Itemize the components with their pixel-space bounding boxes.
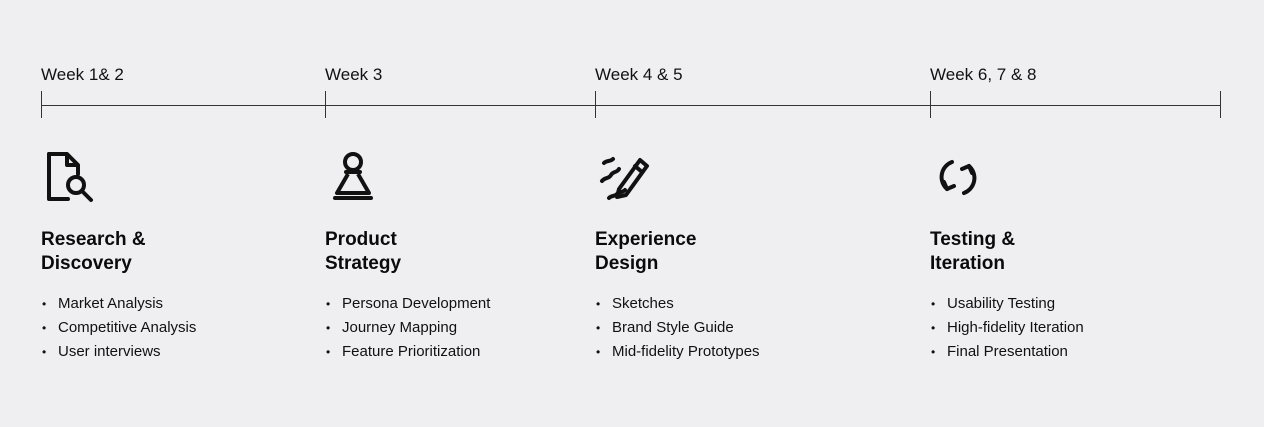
phase-title-line: Strategy	[325, 253, 402, 274]
timeline-line	[41, 105, 1221, 106]
bullet-icon: •	[931, 321, 936, 335]
bullet-icon: •	[326, 345, 331, 359]
list-item-label: Competitive Analysis	[58, 319, 197, 336]
list-item-label: Feature Prioritization	[342, 343, 481, 360]
phase-title-line: Iteration	[930, 253, 1005, 274]
list-item: • Feature Prioritization	[325, 340, 490, 364]
phase-items-experience-design: • Sketches • Brand Style Guide • Mid-fideli…	[595, 292, 760, 364]
week-label-1: Week 1& 2	[41, 65, 124, 84]
bullet-icon: •	[931, 297, 936, 311]
list-item-label: Persona Development	[342, 295, 491, 312]
week-label-4: Week 6, 7 & 8	[930, 65, 1037, 84]
bullet-icon: •	[596, 321, 601, 335]
bullet-icon: •	[596, 345, 601, 359]
bullet-icon: •	[326, 321, 331, 335]
phase-title-line: Product	[325, 229, 397, 250]
list-item: • Persona Development	[325, 292, 490, 316]
document-search-icon	[44, 150, 100, 206]
chess-pawn-icon	[328, 150, 384, 206]
phase-items-testing-iteration: • Usability Testing • High-fidelity Iterat…	[930, 292, 1084, 364]
phase-items-product-strategy: • Persona Development • Journey Mapping • F…	[325, 292, 490, 364]
list-item-label: Market Analysis	[58, 295, 164, 312]
list-item: • Final Presentation	[930, 340, 1084, 364]
list-item-label: Journey Mapping	[342, 319, 458, 336]
phase-title-line: Design	[595, 253, 659, 274]
list-item-label: Brand Style Guide	[612, 319, 734, 336]
list-item: • Sketches	[595, 292, 760, 316]
phase-items-research-discovery: • Market Analysis • Competitive Analysis •…	[41, 292, 196, 364]
bullet-icon: •	[42, 297, 47, 311]
bullet-icon: •	[596, 297, 601, 311]
list-item: • Mid-fidelity Prototypes	[595, 340, 760, 364]
phase-title-line: Testing &	[930, 229, 1016, 250]
list-item-label: High-fidelity Iteration	[947, 319, 1084, 336]
phase-title-testing-iteration: Testing & Iteration	[930, 228, 1015, 276]
phase-title-line: Discovery	[41, 253, 132, 274]
bullet-icon: •	[42, 321, 47, 335]
timeline-tick-1	[41, 91, 42, 118]
refresh-cycle-icon	[934, 150, 990, 206]
list-item: • User interviews	[41, 340, 196, 364]
week-label-3: Week 4 & 5	[595, 65, 683, 84]
phase-title-line: Research &	[41, 229, 146, 250]
list-item-label: User interviews	[58, 343, 161, 360]
project-timeline: Week 1& 2 Week 3 Week 4 & 5 Week 6, 7 & …	[0, 0, 1264, 427]
timeline-tick-end	[1220, 91, 1221, 118]
list-item: • Journey Mapping	[325, 316, 490, 340]
list-item: • High-fidelity Iteration	[930, 316, 1084, 340]
phase-title-research-discovery: Research & Discovery	[41, 228, 146, 276]
bullet-icon: •	[931, 345, 936, 359]
phase-title-experience-design: Experience Design	[595, 228, 696, 276]
list-item-label: Sketches	[612, 295, 674, 312]
list-item-label: Mid-fidelity Prototypes	[612, 343, 760, 360]
list-item-label: Final Presentation	[947, 343, 1068, 360]
phase-title-line: Experience	[595, 229, 697, 250]
list-item-label: Usability Testing	[947, 295, 1056, 312]
bullet-icon: •	[42, 345, 47, 359]
list-item: • Competitive Analysis	[41, 316, 196, 340]
timeline-tick-2	[325, 91, 326, 118]
list-item: • Usability Testing	[930, 292, 1084, 316]
list-item: • Market Analysis	[41, 292, 196, 316]
week-label-2: Week 3	[325, 65, 383, 84]
timeline-tick-3	[595, 91, 596, 118]
phase-title-product-strategy: Product Strategy	[325, 228, 401, 276]
list-item: • Brand Style Guide	[595, 316, 760, 340]
pencil-sketch-icon	[599, 150, 655, 206]
bullet-icon: •	[326, 297, 331, 311]
timeline-tick-4	[930, 91, 931, 118]
